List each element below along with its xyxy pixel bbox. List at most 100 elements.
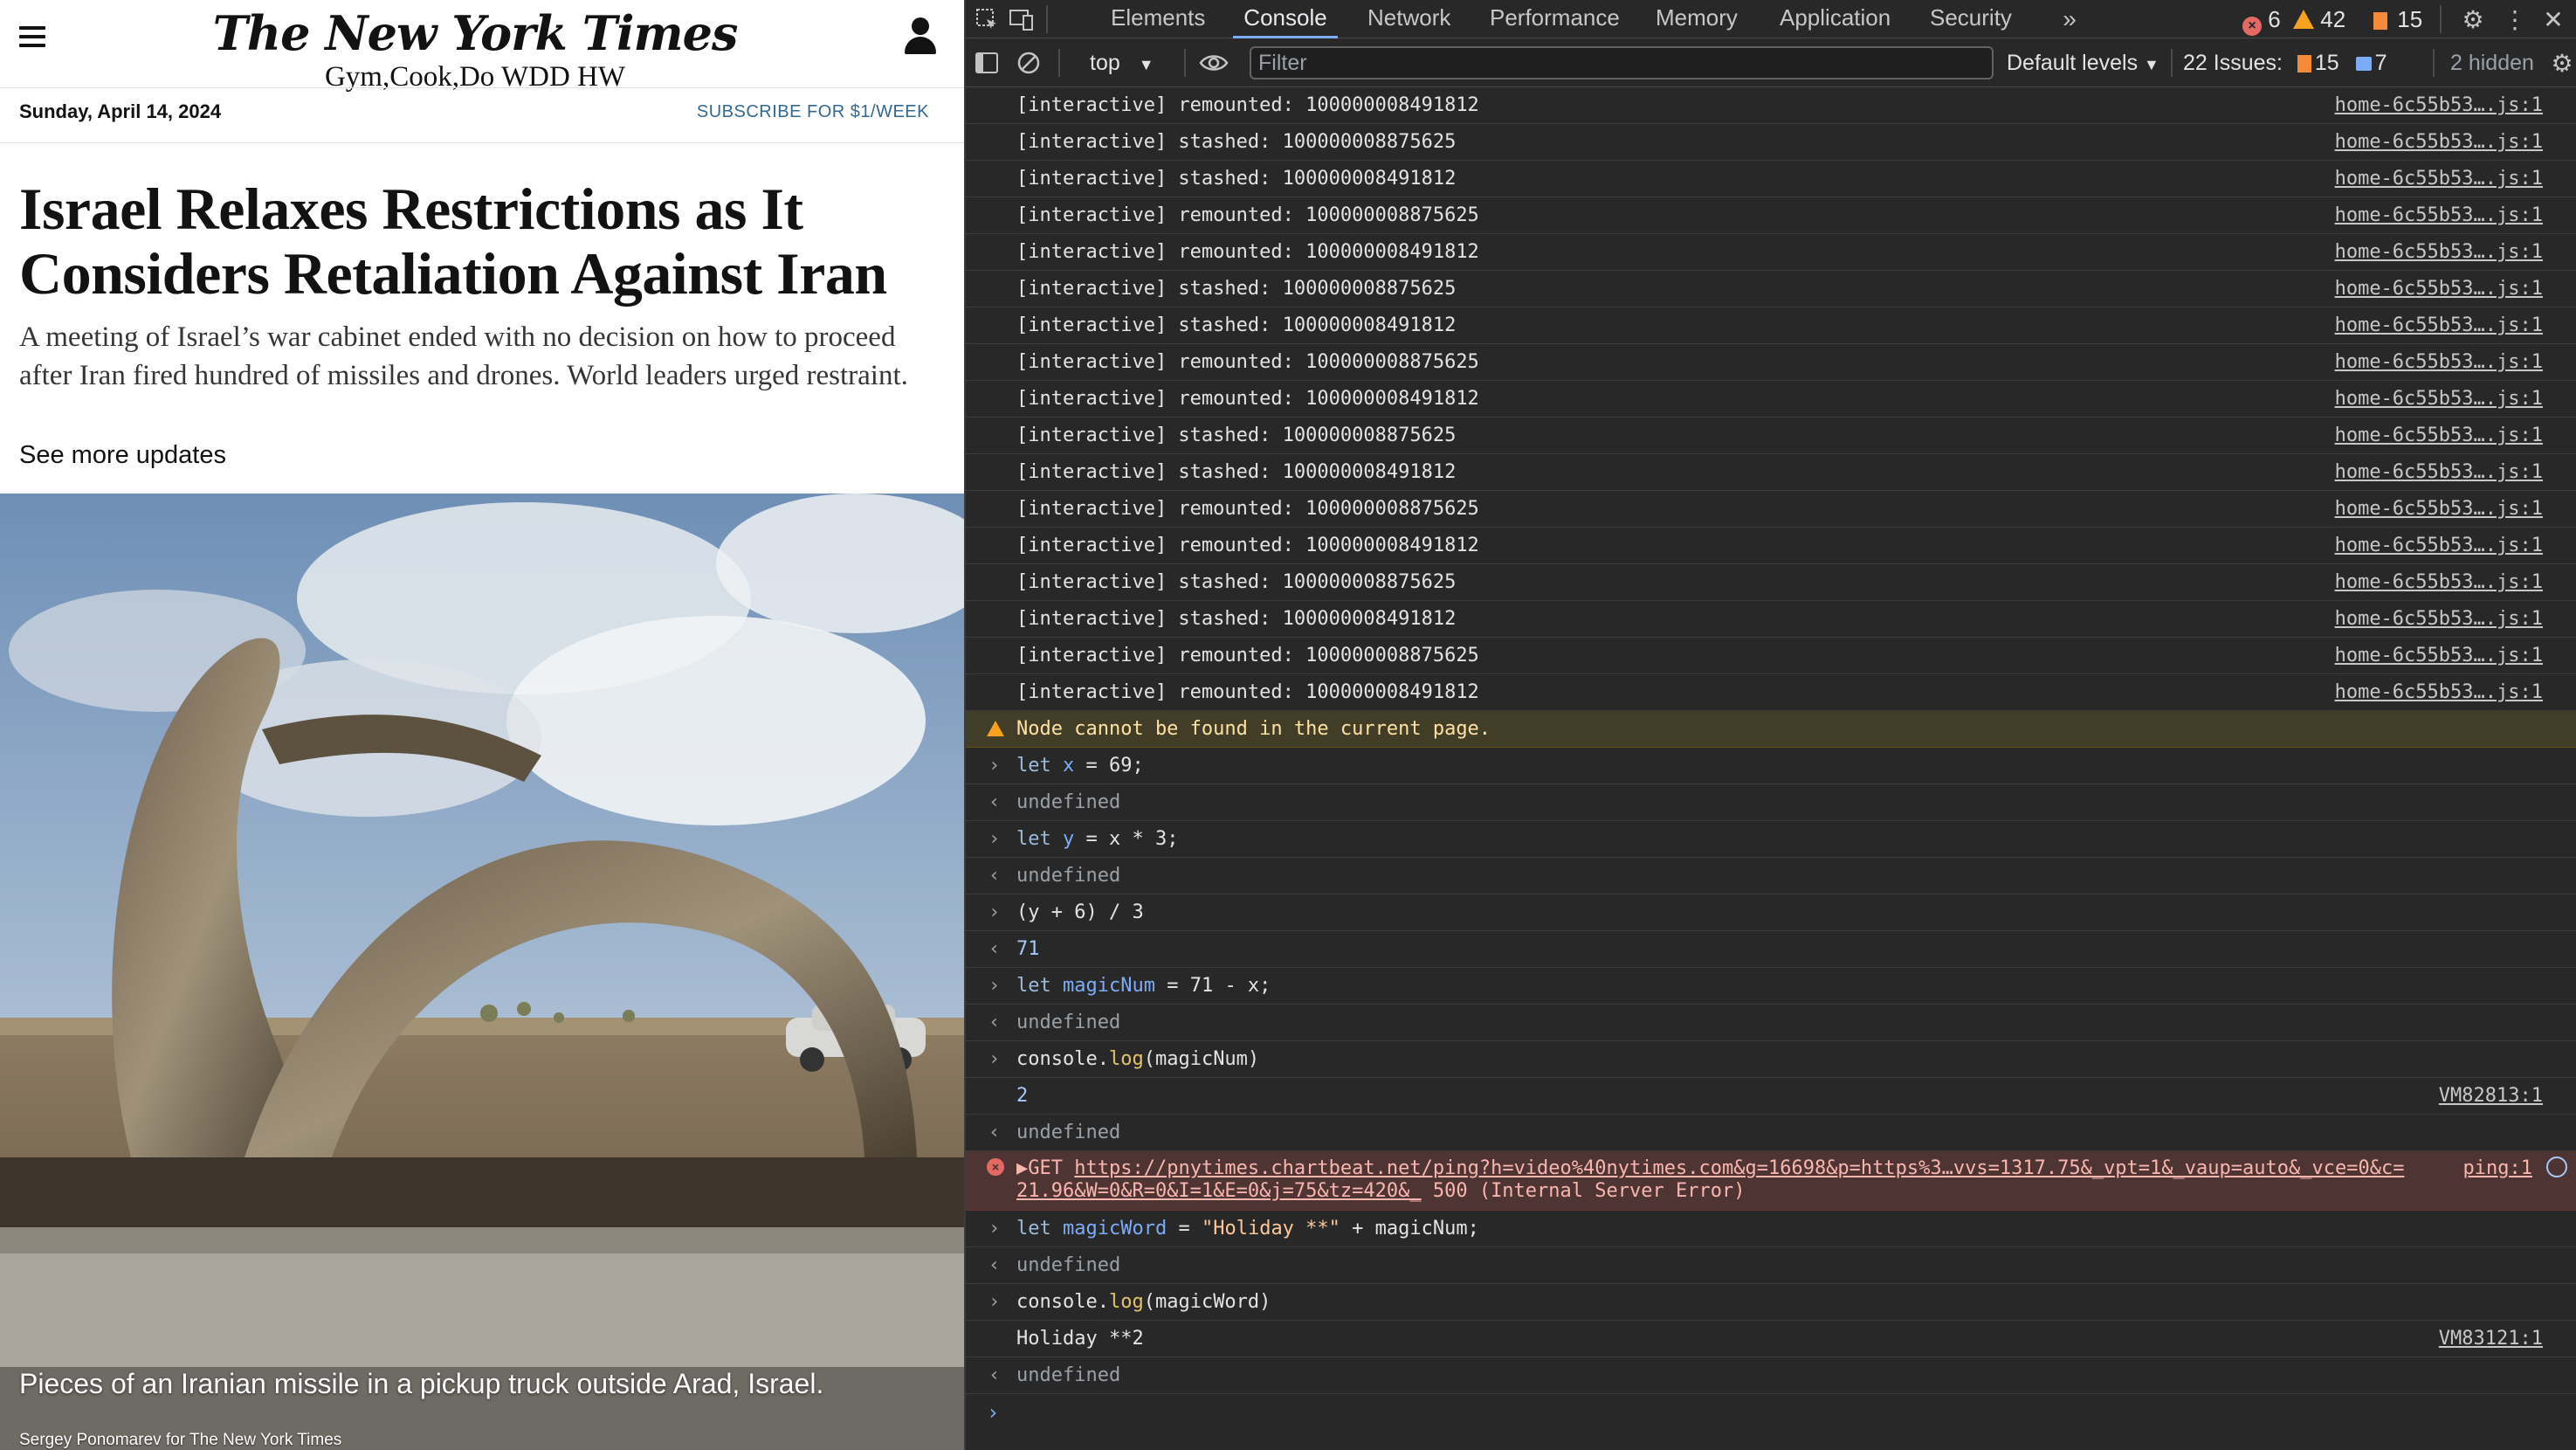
settings-gear-icon[interactable]: ⚙ [2457, 3, 2489, 35]
log-message: [interactive] stashed: 100000008491812 [1016, 168, 1457, 190]
more-options-icon[interactable]: ⋮ [2499, 3, 2531, 35]
tab-application[interactable]: Application [1776, 0, 1894, 38]
error-url-link[interactable]: https://pnytimes.chartbeat.net/ping?h=vi… [1074, 1157, 2404, 1179]
cmd-keyword: let [1016, 828, 1051, 850]
console-result-row: ‹ undefined [966, 1247, 2576, 1284]
console-log-row: [interactive] remounted: 100000008491812… [966, 674, 2576, 711]
tab-console[interactable]: Console [1233, 0, 1338, 38]
tab-security[interactable]: Security [1926, 0, 2015, 38]
nyt-masthead: The New York Times Gym,Cook,Do WDD HW [0, 0, 964, 93]
close-devtools-icon[interactable]: ✕ [2538, 3, 2569, 35]
source-link[interactable]: home-6c55b53….js:1 [2335, 344, 2543, 381]
subscribe-link[interactable]: SUBSCRIBE FOR $1/WEEK [697, 102, 929, 122]
source-link[interactable]: home-6c55b53….js:1 [2335, 197, 2543, 234]
source-link[interactable]: home-6c55b53….js:1 [2335, 271, 2543, 307]
chevron-left-icon: ‹ [988, 1254, 1001, 1276]
console-log-row: [interactive] stashed: 100000008875625 ho… [966, 271, 2576, 307]
tab-memory[interactable]: Memory [1652, 0, 1741, 38]
see-more-link[interactable]: See more updates [19, 441, 226, 470]
source-link[interactable]: home-6c55b53….js:1 [2335, 234, 2543, 271]
filter-input[interactable] [1250, 46, 1994, 79]
source-link[interactable]: home-6c55b53….js:1 [2335, 161, 2543, 197]
issue-flag-icon [2297, 55, 2311, 72]
context-value: top [1090, 51, 1120, 75]
console-input-row: › console.log(magicWord) [966, 1284, 2576, 1321]
console-input-row: › let magicWord = "Holiday **" + magicNu… [966, 1211, 2576, 1247]
cmd-variable: magicNum [1063, 975, 1155, 997]
console-settings-icon[interactable]: ⚙ [2546, 47, 2576, 79]
source-link[interactable]: home-6c55b53….js:1 [2335, 454, 2543, 491]
article-photo[interactable]: Pieces of an Iranian missile in a pickup… [0, 494, 964, 1450]
console-result-row: ‹ undefined [966, 1005, 2576, 1041]
source-link[interactable]: VM82813:1 [2439, 1078, 2543, 1115]
source-link[interactable]: home-6c55b53….js:1 [2335, 124, 2543, 161]
console-log-row: [interactive] stashed: 100000008875625 ho… [966, 124, 2576, 161]
console-prompt[interactable]: › [966, 1394, 2576, 1431]
console-log-row: 2 VM82813:1 [966, 1078, 2576, 1115]
source-link[interactable]: home-6c55b53….js:1 [2335, 528, 2543, 564]
source-link[interactable]: home-6c55b53….js:1 [2335, 601, 2543, 638]
console-log-row: [interactive] stashed: 100000008491812 ho… [966, 454, 2576, 491]
chevron-right-icon: › [988, 975, 1001, 997]
cmd-rest: + magicNum; [1340, 1218, 1479, 1239]
log-message: [interactive] stashed: 100000008875625 [1016, 278, 1457, 300]
inspect-element-icon[interactable] [971, 3, 1002, 35]
result-value: undefined [1016, 1012, 1121, 1033]
expand-triangle-icon[interactable]: ▶ [1016, 1157, 1028, 1179]
chevron-right-icon: › [988, 755, 1001, 777]
context-selector[interactable]: top ▼ [1090, 47, 1154, 79]
photo-credit: Sergey Ponomarev for The New York Times [19, 1431, 342, 1449]
source-link[interactable]: VM83121:1 [2439, 1321, 2543, 1357]
console-input-row: › let x = 69; [966, 748, 2576, 784]
source-link[interactable]: home-6c55b53….js:1 [2335, 674, 2543, 711]
info-count-badge[interactable]: 15 [2373, 3, 2422, 35]
cmd-object: console. [1016, 1048, 1109, 1070]
clear-console-icon[interactable] [1013, 47, 1044, 79]
issues-info-count: 7 [2374, 51, 2387, 75]
more-tabs-icon[interactable]: » [2054, 3, 2085, 35]
tab-performance[interactable]: Performance [1486, 0, 1623, 38]
result-value: undefined [1016, 791, 1121, 813]
issue-flag-icon [2373, 12, 2387, 30]
console-input-row: › (y + 6) / 3 [966, 894, 2576, 931]
log-levels-dropdown[interactable]: Default levels ▼ [2007, 47, 2159, 79]
chevron-right-icon: › [988, 901, 1001, 923]
source-link[interactable]: home-6c55b53….js:1 [2335, 381, 2543, 418]
error-source-link[interactable]: ping:1 [2463, 1157, 2532, 1180]
source-link[interactable]: home-6c55b53….js:1 [2335, 87, 2543, 124]
tab-network[interactable]: Network [1364, 0, 1454, 38]
chevron-down-icon: ▼ [1138, 56, 1154, 73]
prompt-chevron-icon: › [987, 1400, 1000, 1425]
error-icon: × [2242, 17, 2262, 36]
console-output[interactable]: [interactive] remounted: 100000008491812… [966, 87, 2576, 1450]
warning-icon [987, 721, 1004, 736]
issues-button[interactable]: 22 Issues: 15 7 [2183, 47, 2387, 79]
warning-count-badge[interactable]: 42 [2293, 3, 2345, 35]
device-toolbar-icon[interactable] [1006, 3, 1037, 35]
console-log-row: [interactive] stashed: 100000008491812 ho… [966, 307, 2576, 344]
cmd-rest: = 71 - x; [1154, 975, 1271, 997]
chevron-left-icon: ‹ [988, 865, 1001, 887]
live-expression-eye-icon[interactable] [1198, 47, 1229, 79]
error-method: GET [1028, 1157, 1063, 1179]
article-headline[interactable]: Israel Relaxes Restrictions as It Consid… [19, 176, 945, 306]
source-link[interactable]: home-6c55b53….js:1 [2335, 564, 2543, 601]
source-link[interactable]: home-6c55b53….js:1 [2335, 418, 2543, 454]
log-message: [interactive] stashed: 100000008491812 [1016, 461, 1457, 483]
photo-caption: Pieces of an Iranian missile in a pickup… [19, 1368, 824, 1399]
source-link[interactable]: home-6c55b53….js:1 [2335, 638, 2543, 674]
console-error: × ▶GET https://pnytimes.chartbeat.net/pi… [966, 1151, 2576, 1211]
error-count-badge[interactable]: × 6 [2242, 3, 2281, 36]
console-log-row: [interactive] stashed: 100000008875625 ho… [966, 418, 2576, 454]
source-link[interactable]: home-6c55b53….js:1 [2335, 491, 2543, 528]
tab-elements[interactable]: Elements [1107, 0, 1209, 38]
account-icon[interactable] [905, 17, 936, 56]
log-message: [interactive] stashed: 100000008875625 [1016, 425, 1457, 446]
network-globe-icon[interactable] [2546, 1157, 2567, 1177]
source-link[interactable]: home-6c55b53….js:1 [2335, 307, 2543, 344]
nyt-logo[interactable]: The New York Times [0, 5, 950, 61]
console-log-row: [interactive] remounted: 100000008875625… [966, 491, 2576, 528]
chevron-left-icon: ‹ [988, 1364, 1001, 1386]
error-url-link-cont[interactable]: 21.96&W=0&R=0&I=1&E=0&j=75&tz=420&_ [1016, 1180, 1422, 1202]
sidebar-toggle-icon[interactable] [971, 47, 1002, 79]
